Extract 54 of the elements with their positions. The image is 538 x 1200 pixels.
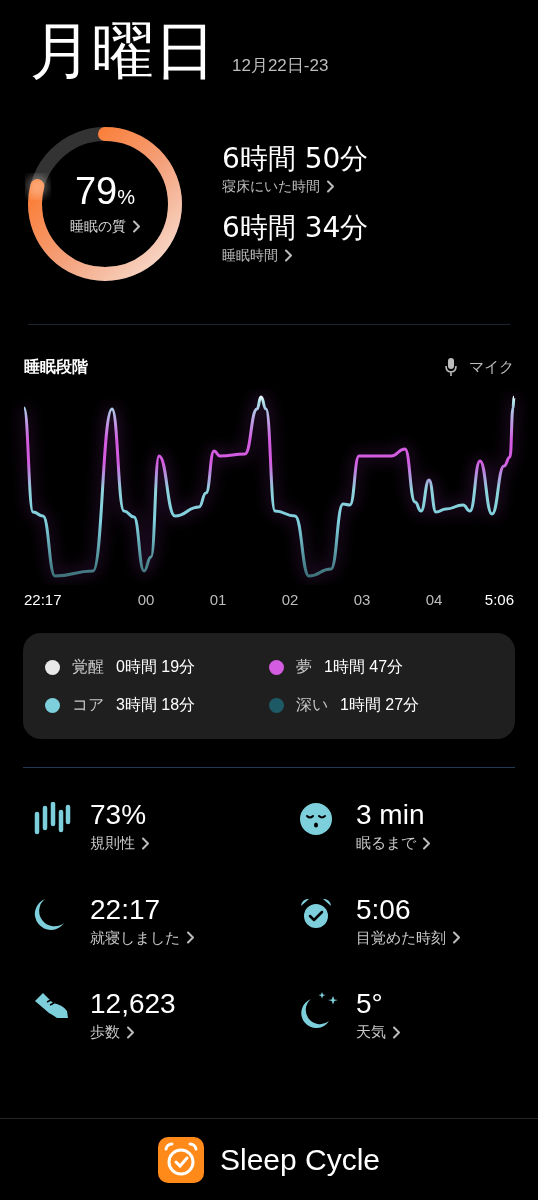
legend-label: コア [72, 695, 104, 715]
legend-label: 深い [296, 695, 328, 715]
duration-value: 6時間 50分 [222, 142, 369, 176]
time-label: 00 [137, 590, 155, 610]
time-label: 22:17 [24, 590, 62, 610]
stat-value: 73% [90, 798, 148, 832]
stat-value: 22:17 [90, 892, 162, 927]
chevron-icon [452, 931, 461, 945]
app-logo-icon [157, 1136, 204, 1183]
time-label: 5:06 [484, 590, 514, 610]
stat-link[interactable]: 目覚めた時刻 [356, 926, 461, 949]
section-title: 睡眠段階 [24, 357, 88, 377]
chevron-icon [186, 931, 195, 945]
moon-stars-icon [299, 991, 339, 1029]
chevron-icon [422, 836, 431, 850]
chevron-icon [141, 836, 150, 850]
legend-duration: 1時間 27分 [340, 695, 420, 715]
stat-link[interactable]: 規則性 [90, 832, 150, 855]
time-label: 03 [353, 590, 371, 610]
chevron-icon [131, 219, 141, 233]
stat-value: 5° [356, 987, 384, 1021]
mic-button[interactable]: マイク [445, 355, 514, 379]
chevron-icon [326, 180, 335, 193]
alarm-clock-icon [299, 896, 333, 931]
time-label: 01 [209, 590, 227, 610]
day-title: 月曜日 [30, 20, 216, 82]
stat-value: 12,623 [90, 987, 176, 1021]
time-label: 04 [425, 590, 443, 610]
legend-label: 覚醒 [72, 657, 104, 677]
stat-value: 3 min [356, 798, 426, 832]
quality-percent: 79% [74, 171, 136, 212]
app-name: Sleep Cycle [219, 1142, 381, 1178]
legend-duration: 3時間 18分 [116, 695, 196, 715]
stat-link[interactable]: 天気 [356, 1021, 401, 1044]
chevron-icon [126, 1025, 135, 1039]
quality-link[interactable]: 睡眠の質 [69, 215, 141, 237]
sleeping-face-icon [299, 802, 333, 836]
stat-link[interactable]: 就寝しました [90, 926, 195, 949]
bars-icon [33, 802, 71, 836]
chevron-icon [284, 249, 293, 262]
legend-label: 夢 [296, 657, 312, 677]
stat-value: 5:06 [356, 892, 412, 927]
date-range: 12月22日-23 [232, 54, 329, 77]
stat-link[interactable]: 眠るまで [356, 832, 431, 855]
duration-link[interactable]: 寝床にいた時間 [222, 176, 335, 197]
microphone-icon [445, 357, 457, 377]
duration-value: 6時間 34分 [222, 211, 369, 245]
legend-duration: 1時間 47分 [324, 657, 404, 677]
chevron-icon [392, 1025, 401, 1039]
time-label: 02 [281, 590, 299, 610]
shoe-icon [33, 991, 69, 1021]
duration-link[interactable]: 睡眠時間 [222, 245, 293, 266]
legend-duration: 0時間 19分 [116, 657, 196, 677]
stat-link[interactable]: 歩数 [90, 1021, 135, 1044]
